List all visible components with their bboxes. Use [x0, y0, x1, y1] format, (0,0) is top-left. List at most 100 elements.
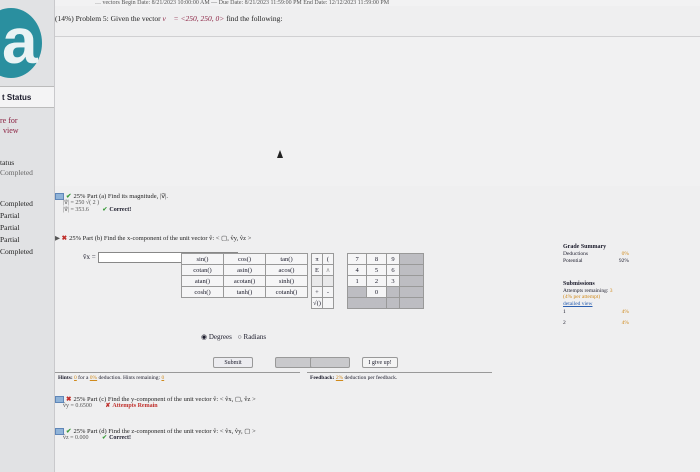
key-4[interactable]: 4: [346, 264, 368, 276]
status-label: tatus Completed: [0, 158, 33, 178]
part-c-header: ✖ 25% Part (c) Find the y-component of th…: [55, 395, 256, 404]
part-a-status: Correct!: [109, 207, 132, 214]
submission-deduction: 4%: [621, 309, 629, 315]
key-del[interactable]: DEL: [385, 297, 401, 309]
detailed-view-link[interactable]: detailed view: [563, 301, 629, 308]
key-caret[interactable]: ∧: [322, 264, 334, 276]
key-3[interactable]: 3: [385, 275, 401, 287]
part-d: ✔ 25% Part (d) Find the z-component of th…: [55, 427, 256, 442]
part-d-header: ✔ 25% Part (d) Find the z-component of th…: [55, 427, 256, 436]
submission-deduction: 4%: [621, 319, 629, 326]
feedback-suffix: deduction per feedback.: [343, 375, 398, 381]
status-item[interactable]: Partial: [0, 210, 33, 222]
key-blank: [346, 286, 368, 298]
feedback-prefix: Feedback:: [310, 375, 336, 381]
part-b-label: 25% Part (b) Find the x-component of the…: [69, 235, 252, 242]
feedback-button[interactable]: Feedback: [310, 357, 350, 368]
key-0[interactable]: 0: [366, 286, 387, 298]
key-sin[interactable]: sin(): [181, 253, 224, 265]
hints-remaining: 0: [161, 375, 165, 381]
problem-title-suffix: find the following:: [224, 14, 283, 23]
key-e[interactable]: E: [311, 264, 323, 276]
cursor-arrow-icon: [277, 150, 283, 158]
hints-info: Hints: 0 for a 0% deduction. Hints remai…: [55, 372, 300, 382]
checkmark-icon: ✔: [66, 428, 72, 435]
expand-arrow-icon[interactable]: ▶: [55, 235, 60, 242]
checkmark-icon: ✔: [102, 435, 108, 442]
part-d-answer: v̂z = 0.000 ✔ Correct!: [55, 435, 256, 442]
key-home[interactable]: HOME: [399, 253, 425, 265]
key-end[interactable]: END: [399, 286, 425, 298]
status-item[interactable]: Partial: [0, 234, 33, 246]
key-minus[interactable]: -: [322, 286, 334, 298]
deductions-label: Deductions: [563, 251, 589, 257]
status-label-line1: tatus: [0, 158, 15, 167]
key-cotanh[interactable]: cotanh(): [265, 286, 308, 298]
key-tan[interactable]: tan(): [265, 253, 308, 265]
checkmark-icon: ✔: [66, 193, 72, 200]
key-clear[interactable]: CLEAR: [399, 297, 425, 309]
problem-figure: [55, 36, 700, 186]
key-atan[interactable]: atan(): [181, 275, 224, 287]
key-open-paren[interactable]: (: [322, 253, 334, 265]
part-c-answer: v̂y = 0.6500 ✘ Attempts Remain: [55, 403, 256, 410]
key-acotan[interactable]: acotan(): [223, 275, 266, 287]
key-1[interactable]: 1: [346, 275, 368, 287]
review-link[interactable]: re for view: [0, 116, 19, 136]
key-blank: [399, 264, 425, 276]
radio-degrees-selected-icon[interactable]: ◉: [201, 333, 207, 341]
key-asin[interactable]: asin(): [223, 264, 266, 276]
answer-label: v̂x =: [83, 253, 96, 261]
submit-button[interactable]: Submit: [213, 357, 253, 368]
grade-summary: Grade Summary Deductions 0% Potential 92…: [563, 244, 629, 265]
key-backspace[interactable]: BACKSPACE: [347, 297, 387, 309]
part-c-answer-value: v̂y = 0.6500: [63, 403, 92, 410]
radio-radians-icon[interactable]: ○: [238, 333, 242, 341]
key-pi[interactable]: π: [311, 253, 323, 265]
key-sinh[interactable]: sinh(): [265, 275, 308, 287]
status-item[interactable]: Completed: [0, 246, 33, 258]
key-cotan[interactable]: cotan(): [181, 264, 224, 276]
part-a-answer2: |v⃗| = 353.6 ✔ Correct!: [55, 207, 168, 214]
potential-label: Potential: [563, 258, 583, 264]
key-6[interactable]: 6: [385, 264, 401, 276]
angle-mode-selector: ◉ Degrees ○ Radians: [201, 333, 266, 341]
part-badge-icon[interactable]: [55, 428, 64, 436]
key-sqrt[interactable]: √(): [311, 297, 323, 309]
review-link-line1[interactable]: re for: [0, 116, 19, 126]
radio-degrees-label: Degrees: [208, 333, 232, 341]
key-5[interactable]: 5: [366, 264, 387, 276]
submission-number: 1: [563, 309, 566, 315]
part-d-answer-value: v̂z = 0.000: [63, 435, 89, 442]
review-link-line2[interactable]: view: [0, 126, 19, 136]
part-d-status: Correct!: [109, 435, 131, 442]
part-badge-icon[interactable]: [55, 193, 64, 201]
attempts-label: Attempts remaining:: [563, 287, 610, 294]
main-panel: (14%) Problem 5: Given the vector v⃗ = <…: [55, 6, 700, 472]
symbol-keys: π ( E ∧ + - √(): [311, 253, 334, 309]
status-item[interactable]: Partial: [0, 222, 33, 234]
part-badge-icon[interactable]: [55, 396, 64, 404]
key-9[interactable]: 9: [385, 253, 401, 265]
hints-suffix: deduction. Hints remaining:: [97, 375, 162, 381]
hints-prefix: Hints:: [58, 375, 75, 381]
key-7[interactable]: 7: [346, 253, 368, 265]
grade-summary-title: Grade Summary: [563, 244, 607, 250]
give-up-button[interactable]: I give up!: [362, 357, 398, 368]
status-item[interactable]: Completed: [0, 198, 33, 210]
feedback-info: Feedback: 2% deduction per feedback.: [307, 372, 492, 382]
status-list: Completed Partial Partial Partial Comple…: [0, 198, 33, 258]
logo-letter: a: [2, 5, 38, 77]
part-a-header: ✔ 25% Part (a) Find its magnitude, |v⃗|.: [55, 192, 168, 201]
submissions-panel: Submissions Attempts remaining: 3 (4% pe…: [563, 281, 629, 326]
key-2[interactable]: 2: [366, 275, 387, 287]
part-c: ✖ 25% Part (c) Find the y-component of th…: [55, 395, 256, 410]
hint-button[interactable]: Hint: [275, 357, 315, 368]
key-cosh[interactable]: cosh(): [181, 286, 224, 298]
key-acos[interactable]: acos(): [265, 264, 308, 276]
key-8[interactable]: 8: [366, 253, 387, 265]
key-cos[interactable]: cos(): [223, 253, 266, 265]
digit-keys: 7 8 9 HOME 4 5 6 1 2 3 0 END BACKSPACE D…: [346, 253, 425, 309]
key-plus[interactable]: +: [311, 286, 323, 298]
key-tanh[interactable]: tanh(): [223, 286, 266, 298]
